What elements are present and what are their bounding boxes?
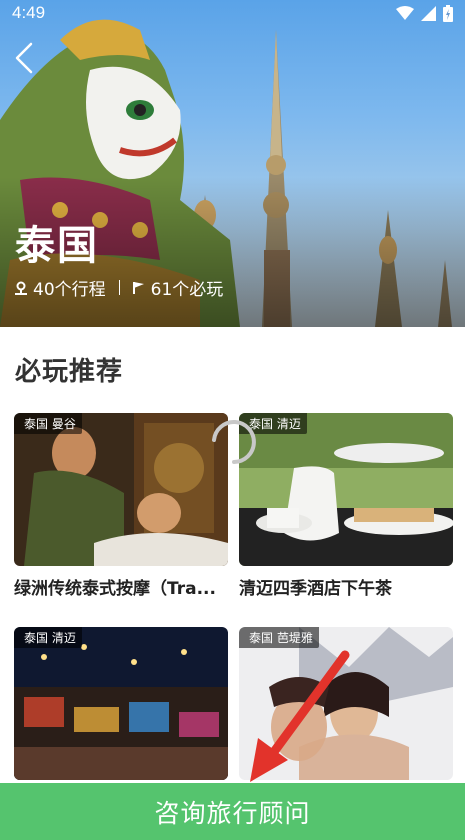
must-play-count: 61个必玩 [150,280,224,300]
card-title: 清迈四季酒店下午茶 [239,579,392,599]
section-title: 必玩推荐 [15,357,124,387]
battery-icon [443,4,453,22]
recommendation-card[interactable]: 泰国 芭堤雅 [239,627,453,788]
card-image: 泰国 曼谷 [14,413,228,566]
status-icons [396,4,453,22]
destination-stats: 40个行程 61个必玩 [15,275,223,300]
consult-advisor-button[interactable]: 咨询旅行顾问 [0,783,465,840]
location-tag: 泰国 清迈 [14,627,82,648]
trips-count: 40个行程 [33,280,106,300]
destination-title: 泰国 [15,223,99,269]
card-image: 泰国 芭堤雅 [239,627,453,780]
recommendation-card[interactable]: 泰国 清迈 [14,627,228,788]
location-tag: 泰国 曼谷 [14,413,82,434]
flag-icon [132,281,145,295]
location-pin-icon [15,281,27,295]
signal-icon [421,5,436,21]
card-title: 绿洲传统泰式按摩（Tra... [14,579,216,599]
chevron-left-icon [15,42,33,74]
wifi-icon [396,6,414,20]
location-tag: 泰国 芭堤雅 [239,627,319,648]
status-bar: 4:49 [0,0,465,26]
back-button[interactable] [8,40,40,76]
recommendation-card[interactable]: 泰国 曼谷 绿洲传统泰式按摩（Tra... [14,413,228,599]
stats-divider [118,280,120,295]
recommendation-card[interactable]: 泰国 清迈 清迈四季酒店下午茶 [239,413,453,599]
card-image: 泰国 清迈 [14,627,228,780]
card-image: 泰国 清迈 [239,413,453,566]
status-time: 4:49 [12,3,46,22]
loading-spinner-icon [212,420,256,464]
